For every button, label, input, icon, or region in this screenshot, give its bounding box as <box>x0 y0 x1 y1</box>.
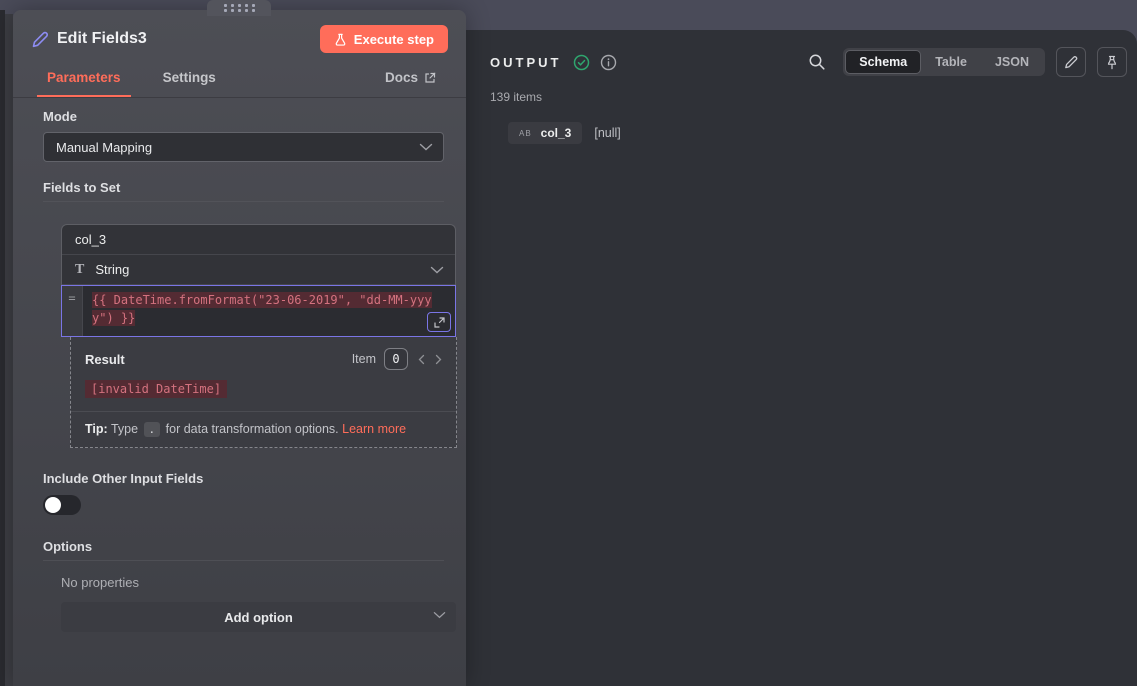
expand-icon <box>434 317 445 328</box>
chevron-down-icon <box>419 143 433 151</box>
output-items-count: 139 items <box>490 90 1137 104</box>
divider <box>43 560 444 561</box>
output-panel: OUTPUT <box>466 30 1137 686</box>
expression-editor[interactable]: = {{ DateTime.fromFormat("23-06-2019", "… <box>61 285 456 337</box>
rename-pen-icon <box>31 30 49 48</box>
field-type-select[interactable]: T String <box>62 255 455 285</box>
schema-field-pill[interactable]: AB col_3 <box>508 122 582 144</box>
expression-tip: Tip: Type . for data transformation opti… <box>71 411 456 447</box>
panel-drag-handle[interactable] <box>207 0 271 16</box>
chevron-down-icon <box>433 611 446 619</box>
mode-label: Mode <box>43 109 444 124</box>
include-other-fields-label: Include Other Input Fields <box>43 471 444 486</box>
dot-key-icon: . <box>144 422 161 437</box>
expression-equals-gutter: = <box>62 286 83 336</box>
string-type-badge: AB <box>519 129 532 138</box>
mode-select[interactable]: Manual Mapping <box>43 132 444 162</box>
no-properties-text: No properties <box>61 575 444 590</box>
flask-icon <box>334 33 347 46</box>
add-option-button[interactable]: Add option <box>61 602 456 632</box>
tab-parameters[interactable]: Parameters <box>43 70 125 97</box>
item-label: Item <box>352 352 376 366</box>
success-check-icon <box>573 54 590 71</box>
node-title[interactable]: Edit Fields3 <box>57 30 147 48</box>
mode-value: Manual Mapping <box>56 140 152 155</box>
expression-preview: Result Item 0 [invalid DateTime] Tip: Ty… <box>70 337 457 448</box>
field-name-input[interactable]: col_3 <box>62 225 455 255</box>
schema-field-name: col_3 <box>541 126 572 140</box>
pin-icon <box>1105 55 1119 70</box>
result-value: [invalid DateTime] <box>85 380 227 398</box>
view-tab-json[interactable]: JSON <box>981 50 1043 74</box>
output-view-switcher: Schema Table JSON <box>843 48 1045 76</box>
field-item: col_3 T String = {{ DateTime.fromFormat(… <box>61 224 456 337</box>
info-icon[interactable] <box>600 54 617 71</box>
docs-link[interactable]: Docs <box>385 70 436 97</box>
toggle-knob <box>45 497 61 513</box>
input-panel-edge-inner <box>5 14 13 686</box>
next-item-button[interactable] <box>435 354 442 365</box>
node-header: Edit Fields3 Execute step Parameters Set… <box>13 10 466 98</box>
schema-field-value: [null] <box>594 126 620 140</box>
view-tab-schema[interactable]: Schema <box>845 50 921 74</box>
execute-step-button[interactable]: Execute step <box>320 25 448 53</box>
expand-expression-button[interactable] <box>427 312 451 332</box>
edit-output-button[interactable] <box>1056 47 1086 77</box>
tab-settings[interactable]: Settings <box>159 70 220 97</box>
expression-code[interactable]: {{ DateTime.fromFormat("23-06-2019", "dd… <box>83 286 441 336</box>
result-label: Result <box>85 352 125 367</box>
search-icon[interactable] <box>808 53 826 71</box>
external-link-icon <box>424 72 436 84</box>
learn-more-link[interactable]: Learn more <box>342 422 406 436</box>
node-settings-panel: Edit Fields3 Execute step Parameters Set… <box>13 10 466 686</box>
output-title: OUTPUT <box>490 55 561 70</box>
item-index-input[interactable]: 0 <box>384 348 408 370</box>
pencil-icon <box>1064 55 1078 69</box>
pin-data-button[interactable] <box>1097 47 1127 77</box>
text-type-icon: T <box>75 262 84 278</box>
schema-row: AB col_3 [null] <box>508 122 1137 144</box>
view-tab-table[interactable]: Table <box>921 50 981 74</box>
include-other-fields-toggle[interactable] <box>43 495 81 515</box>
chevron-down-icon <box>430 266 444 274</box>
fields-to-set-label: Fields to Set <box>43 180 444 195</box>
previous-item-button[interactable] <box>418 354 425 365</box>
drag-handle-dots <box>224 4 255 12</box>
options-label: Options <box>43 539 444 554</box>
divider <box>43 201 444 202</box>
